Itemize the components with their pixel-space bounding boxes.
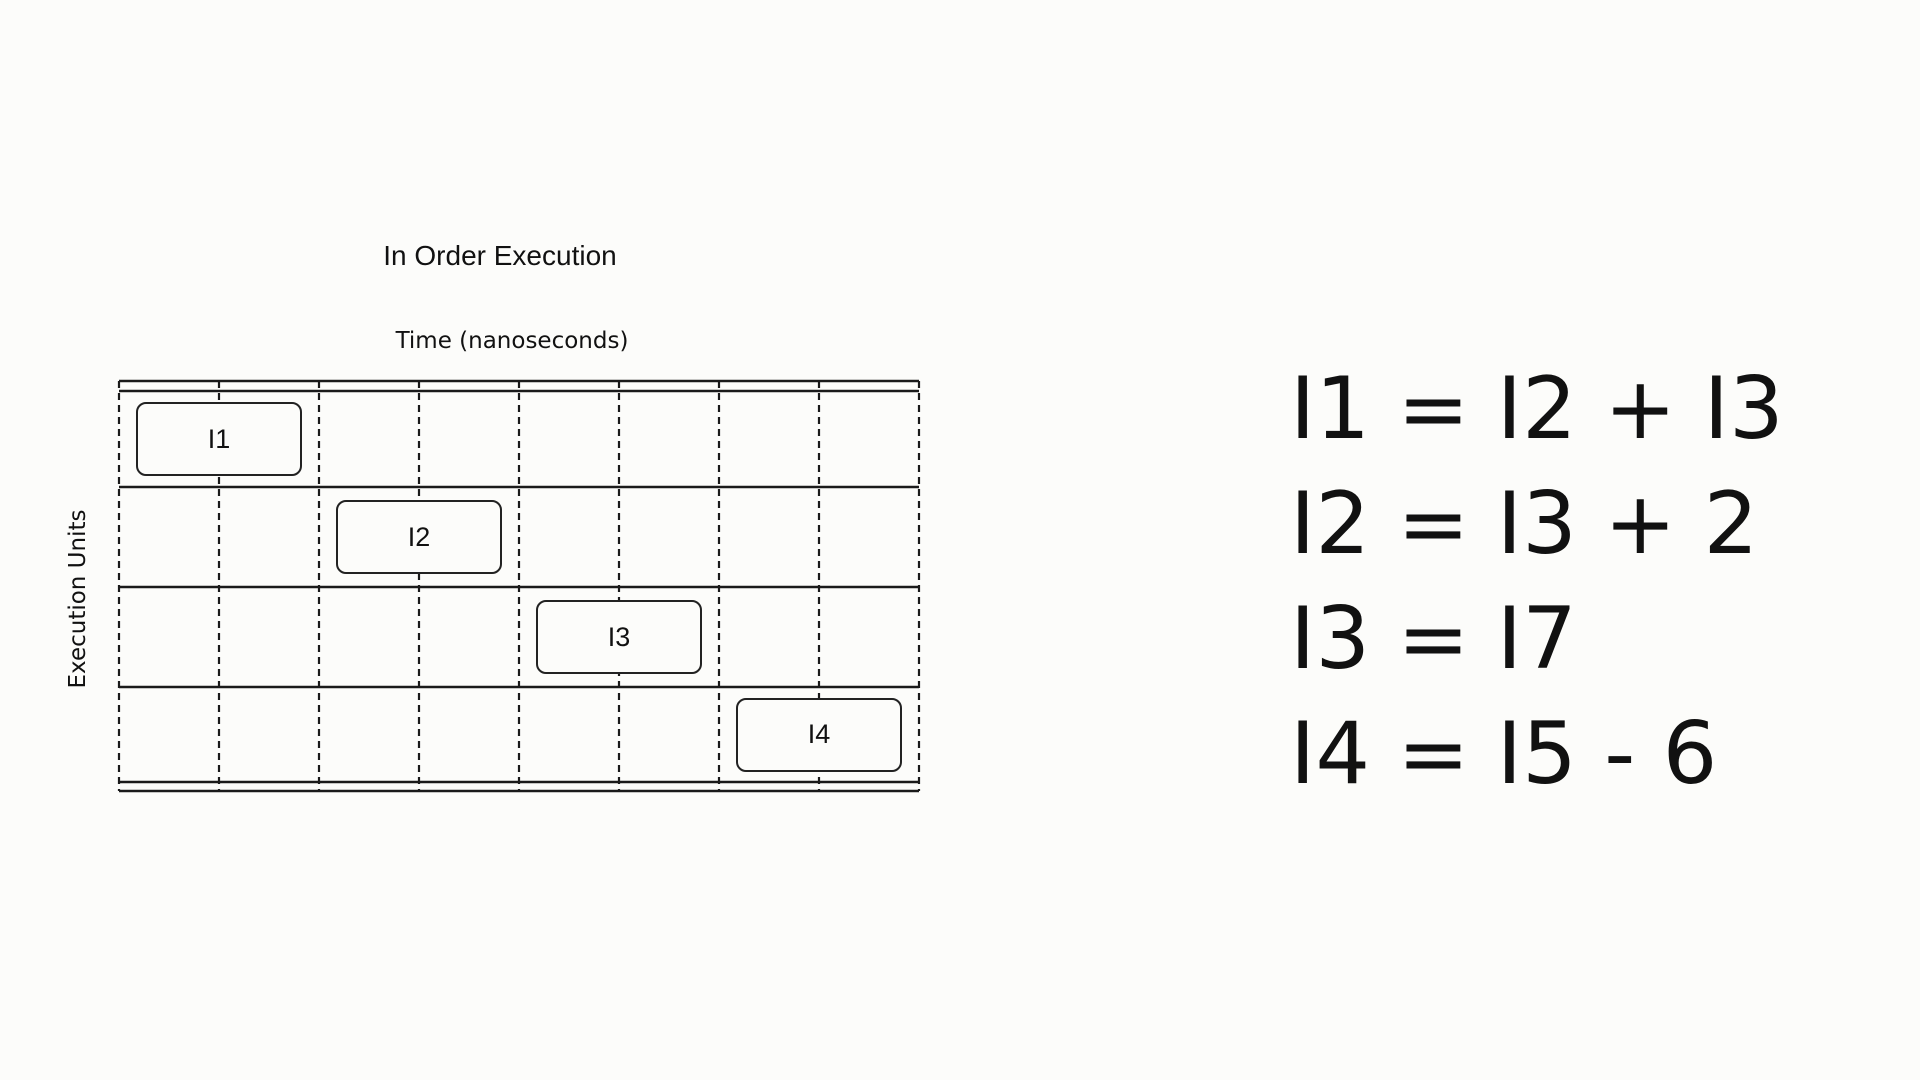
- instruction-box-i3: I3: [536, 600, 702, 674]
- equation-line: I4 = I5 - 6: [1290, 704, 1718, 804]
- equation-list: I1 = I2 + I3 I2 = I3 + 2 I3 = I7 I4 = I5…: [1290, 352, 1784, 812]
- instruction-box-i1: I1: [136, 402, 302, 476]
- equation-line: I1 = I2 + I3: [1290, 359, 1784, 459]
- instruction-box-i2: I2: [336, 500, 502, 574]
- instruction-box-i4: I4: [736, 697, 902, 772]
- equation-line: I3 = I7: [1290, 589, 1577, 689]
- equation-line: I2 = I3 + 2: [1290, 474, 1759, 574]
